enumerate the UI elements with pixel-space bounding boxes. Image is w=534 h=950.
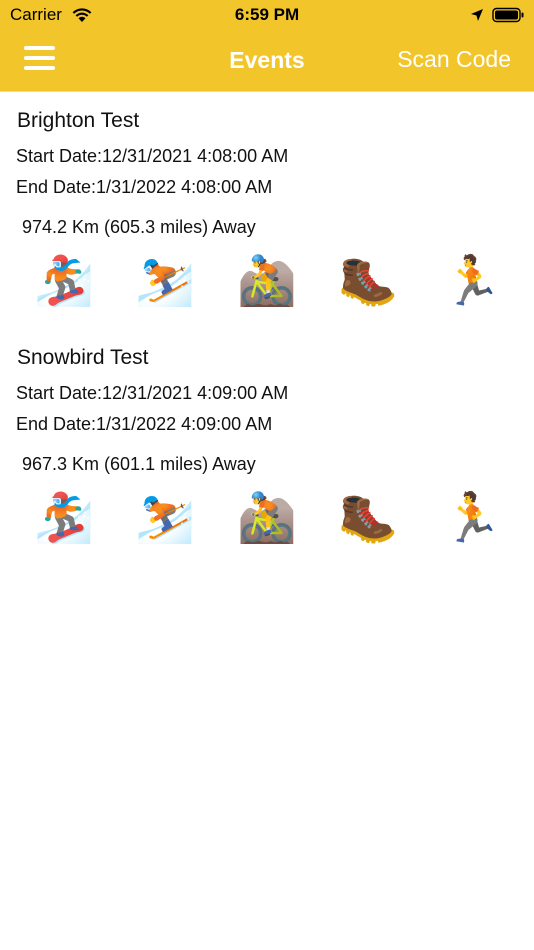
event-start-date: Start Date:12/31/2021 4:09:00 AM bbox=[16, 383, 289, 403]
event-card[interactable]: Brighton Test Start Date:12/31/2021 4:08… bbox=[0, 92, 534, 329]
activity-icons: 🏂 ⛷️ 🚵 🥾 🏃 bbox=[0, 487, 534, 551]
event-start-date: Start Date:12/31/2021 4:08:00 AM bbox=[16, 146, 289, 166]
event-distance: 967.3 Km (601.1 miles) Away bbox=[22, 454, 256, 474]
snowboard-icon[interactable]: 🏂 bbox=[32, 250, 96, 314]
status-bar: Carrier 6:59 PM bbox=[0, 0, 534, 32]
event-distance: 974.2 Km (605.3 miles) Away bbox=[22, 217, 256, 237]
mountain-bike-icon[interactable]: 🚵 bbox=[235, 250, 299, 314]
app-header: Carrier 6:59 PM Events Scan Code bbox=[0, 0, 534, 92]
runner-icon[interactable]: 🏃 bbox=[440, 487, 504, 551]
event-title: Snowbird Test bbox=[17, 346, 149, 369]
hiking-boot-icon[interactable]: 🥾 bbox=[336, 487, 400, 551]
event-list: Brighton Test Start Date:12/31/2021 4:08… bbox=[0, 92, 534, 566]
battery-icon bbox=[492, 7, 524, 23]
runner-icon[interactable]: 🏃 bbox=[440, 250, 504, 314]
event-card[interactable]: Snowbird Test Start Date:12/31/2021 4:09… bbox=[0, 329, 534, 566]
scan-code-button[interactable]: Scan Code bbox=[397, 46, 511, 73]
hiking-boot-icon[interactable]: 🥾 bbox=[336, 250, 400, 314]
ski-icon[interactable]: ⛷️ bbox=[133, 487, 197, 551]
event-end-date: End Date:1/31/2022 4:08:00 AM bbox=[16, 177, 273, 197]
event-end-date: End Date:1/31/2022 4:09:00 AM bbox=[16, 414, 273, 434]
location-arrow-icon bbox=[471, 9, 483, 21]
event-title: Brighton Test bbox=[17, 109, 140, 132]
mountain-bike-icon[interactable]: 🚵 bbox=[235, 487, 299, 551]
navigation-bar: Events Scan Code bbox=[0, 32, 534, 90]
snowboard-icon[interactable]: 🏂 bbox=[32, 487, 96, 551]
activity-icons: 🏂 ⛷️ 🚵 🥾 🏃 bbox=[0, 250, 534, 314]
status-time: 6:59 PM bbox=[234, 5, 300, 24]
ski-icon[interactable]: ⛷️ bbox=[133, 250, 197, 314]
